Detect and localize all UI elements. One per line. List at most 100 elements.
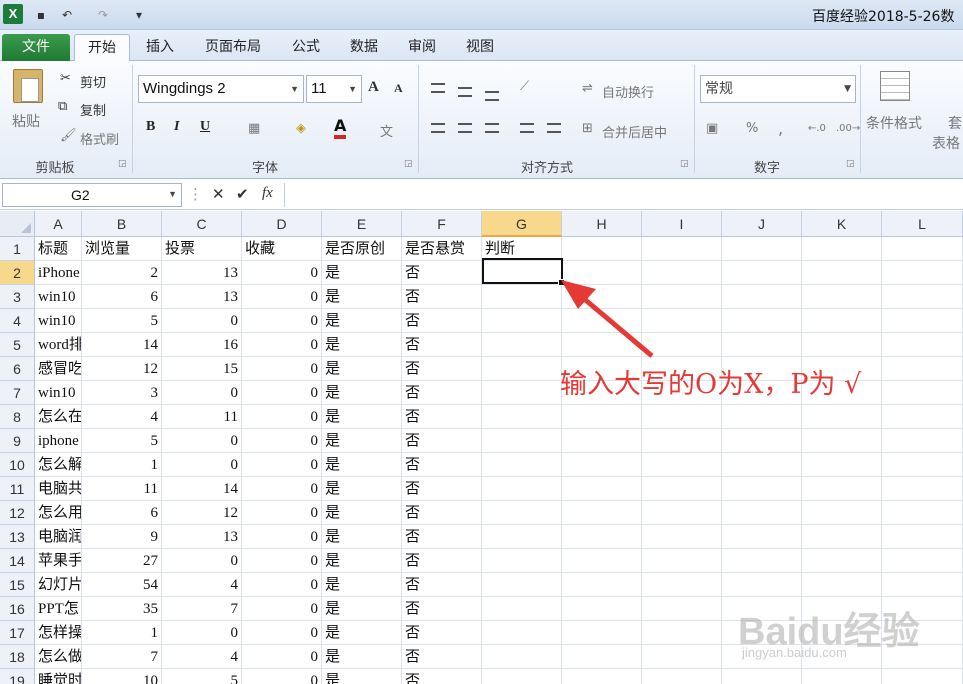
cell-g5[interactable] <box>482 333 562 357</box>
cell-h12[interactable] <box>562 501 642 525</box>
cell-h17[interactable] <box>562 621 642 645</box>
comma-button[interactable]: , <box>778 119 783 138</box>
cell-f8[interactable]: 否 <box>402 405 482 429</box>
row-header[interactable]: 6 <box>0 357 35 381</box>
cell-c14[interactable]: 0 <box>162 549 242 573</box>
cell-i14[interactable] <box>642 549 722 573</box>
cell-b6[interactable]: 12 <box>82 357 162 381</box>
cell-b1[interactable]: 浏览量 <box>82 237 162 261</box>
row-header[interactable]: 10 <box>0 453 35 477</box>
conditional-format-button[interactable]: 条件格式 <box>866 113 922 133</box>
cell-a2[interactable]: iPhone <box>35 261 82 285</box>
cell-h14[interactable] <box>562 549 642 573</box>
customize-qat-icon[interactable]: ▾ <box>132 5 146 25</box>
tab-review[interactable]: 审阅 <box>400 34 444 61</box>
cell-f11[interactable]: 否 <box>402 477 482 501</box>
cell-c6[interactable]: 15 <box>162 357 242 381</box>
cell-b10[interactable]: 1 <box>82 453 162 477</box>
column-header-l[interactable]: L <box>882 211 963 237</box>
font-color-icon[interactable]: A <box>334 117 347 139</box>
cancel-formula-icon[interactable]: ✕ <box>212 185 225 203</box>
cell-b15[interactable]: 54 <box>82 573 162 597</box>
cell-b17[interactable]: 1 <box>82 621 162 645</box>
row-header[interactable]: 18 <box>0 645 35 669</box>
cell-d4[interactable]: 0 <box>242 309 322 333</box>
column-header-h[interactable]: H <box>562 211 642 237</box>
cell-l1[interactable] <box>882 237 963 261</box>
row-header[interactable]: 9 <box>0 429 35 453</box>
row-header[interactable]: 1 <box>0 237 35 261</box>
copy-icon[interactable]: ⧉ <box>58 99 67 114</box>
cell-a8[interactable]: 怎么在 <box>35 405 82 429</box>
cell-f16[interactable]: 否 <box>402 597 482 621</box>
cell-a15[interactable]: 幻灯片 <box>35 573 82 597</box>
cell-d5[interactable]: 0 <box>242 333 322 357</box>
shrink-font-button[interactable]: A <box>394 81 403 96</box>
cell-g15[interactable] <box>482 573 562 597</box>
cell-f17[interactable]: 否 <box>402 621 482 645</box>
cell-d9[interactable]: 0 <box>242 429 322 453</box>
cell-g13[interactable] <box>482 525 562 549</box>
align-left-icon[interactable] <box>431 123 445 133</box>
fill-color-icon[interactable]: ◈ <box>296 121 306 136</box>
cell-k15[interactable] <box>802 573 882 597</box>
cell-c17[interactable]: 0 <box>162 621 242 645</box>
cell-c3[interactable]: 13 <box>162 285 242 309</box>
cell-k1[interactable] <box>802 237 882 261</box>
cell-b11[interactable]: 11 <box>82 477 162 501</box>
decrease-indent-icon[interactable] <box>520 123 534 133</box>
tab-formulas[interactable]: 公式 <box>284 34 328 61</box>
cell-g9[interactable] <box>482 429 562 453</box>
cell-l8[interactable] <box>882 405 963 429</box>
cell-c10[interactable]: 0 <box>162 453 242 477</box>
cell-a10[interactable]: 怎么解 <box>35 453 82 477</box>
cell-i10[interactable] <box>642 453 722 477</box>
cell-h13[interactable] <box>562 525 642 549</box>
excel-logo-icon[interactable]: X <box>3 4 23 24</box>
cell-d11[interactable]: 0 <box>242 477 322 501</box>
cell-l7[interactable] <box>882 381 963 405</box>
cell-d14[interactable]: 0 <box>242 549 322 573</box>
cell-b2[interactable]: 2 <box>82 261 162 285</box>
cell-g6[interactable] <box>482 357 562 381</box>
cell-l11[interactable] <box>882 477 963 501</box>
cell-e19[interactable]: 是 <box>322 669 402 684</box>
cell-i11[interactable] <box>642 477 722 501</box>
cell-i3[interactable] <box>642 285 722 309</box>
cell-l4[interactable] <box>882 309 963 333</box>
paste-icon[interactable] <box>13 69 43 103</box>
table-format-button-line2[interactable]: 表格 <box>932 133 960 153</box>
cell-i15[interactable] <box>642 573 722 597</box>
cell-a5[interactable]: word排 <box>35 333 82 357</box>
cell-c4[interactable]: 0 <box>162 309 242 333</box>
name-box[interactable]: G2 ▼ <box>2 183 182 207</box>
align-center-icon[interactable] <box>458 123 472 133</box>
cell-c19[interactable]: 5 <box>162 669 242 684</box>
cell-i2[interactable] <box>642 261 722 285</box>
cell-d16[interactable]: 0 <box>242 597 322 621</box>
cell-d8[interactable]: 0 <box>242 405 322 429</box>
font-launcher-icon[interactable]: ◲ <box>404 159 413 169</box>
cell-h2[interactable] <box>562 261 642 285</box>
cell-l14[interactable] <box>882 549 963 573</box>
cell-b9[interactable]: 5 <box>82 429 162 453</box>
column-header-k[interactable]: K <box>802 211 882 237</box>
cell-d3[interactable]: 0 <box>242 285 322 309</box>
cut-icon[interactable]: ✂ <box>60 71 71 86</box>
cell-a1[interactable]: 标题 <box>35 237 82 261</box>
cell-j2[interactable] <box>722 261 802 285</box>
cell-f3[interactable]: 否 <box>402 285 482 309</box>
cell-a9[interactable]: iphone <box>35 429 82 453</box>
tab-file[interactable]: 文件 <box>2 34 70 61</box>
cell-h19[interactable] <box>562 669 642 684</box>
merge-icon[interactable]: ⊞ <box>582 121 593 136</box>
cell-g16[interactable] <box>482 597 562 621</box>
column-header-c[interactable]: C <box>162 211 242 237</box>
cell-f14[interactable]: 否 <box>402 549 482 573</box>
cell-f6[interactable]: 否 <box>402 357 482 381</box>
cell-j13[interactable] <box>722 525 802 549</box>
cell-b7[interactable]: 3 <box>82 381 162 405</box>
column-header-g[interactable]: G <box>482 211 562 237</box>
cell-i1[interactable] <box>642 237 722 261</box>
cell-f15[interactable]: 否 <box>402 573 482 597</box>
